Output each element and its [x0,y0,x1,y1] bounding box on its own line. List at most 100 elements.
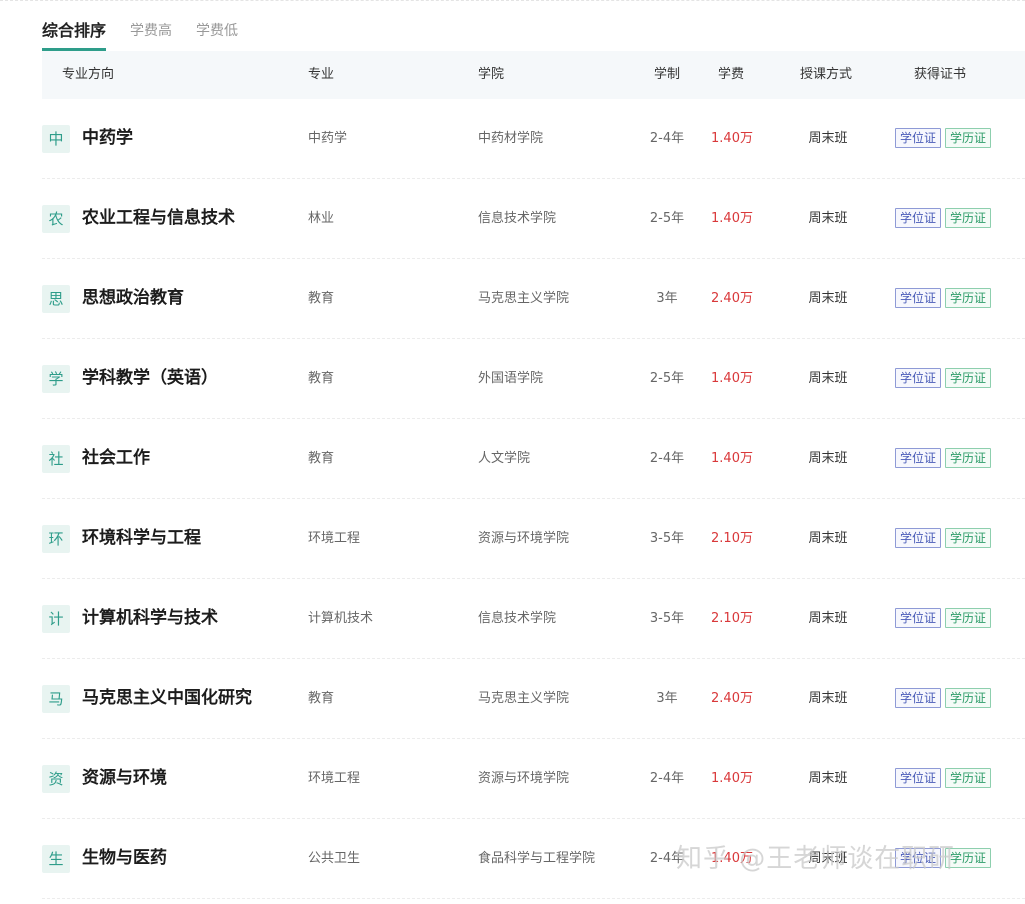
degree-certificate-tag: 学位证 [895,448,942,468]
college-cell: 马克思主义学院 [478,291,570,306]
direction-name-link[interactable]: 计算机科学与技术 [82,579,218,658]
college-cell: 资源与环境学院 [478,531,570,546]
diploma-certificate-tag: 学历证 [945,608,992,628]
teaching-mode-cell: 周末班 [808,611,848,626]
table-row[interactable]: 资 资源与环境 环境工程 资源与环境学院 2-4年 1.40万 周末班 学位证 … [42,739,1025,819]
direction-name-link[interactable]: 马克思主义中国化研究 [82,659,252,738]
teaching-mode-cell: 周末班 [808,211,848,226]
major-cell: 教育 [308,291,335,306]
diploma-certificate-tag: 学历证 [945,368,992,388]
table-row[interactable]: 生 生物与医药 公共卫生 食品科学与工程学院 2-4年 1.40万 周末班 学位… [42,819,1025,899]
college-cell: 人文学院 [478,451,531,466]
direction-name-link[interactable]: 农业工程与信息技术 [82,179,235,258]
degree-certificate-tag: 学位证 [895,368,942,388]
teaching-mode-cell: 周末班 [808,451,848,466]
teaching-mode-cell: 周末班 [808,771,848,786]
tuition-cell: 1.40万 [711,771,753,786]
certificates-cell: 学位证 学历证 [895,768,992,788]
certificates-cell: 学位证 学历证 [895,848,992,868]
major-cell: 林业 [308,211,335,226]
duration-cell: 2-5年 [649,211,685,226]
tab-comprehensive-sort[interactable]: 综合排序 [42,18,107,51]
direction-name-link[interactable]: 环境科学与工程 [82,499,201,578]
direction-name-link[interactable]: 思想政治教育 [82,259,184,338]
table-row[interactable]: 社 社会工作 教育 人文学院 2-4年 1.40万 周末班 学位证 学历证 [42,419,1025,499]
direction-initial-badge: 计 [42,605,70,633]
duration-cell: 3-5年 [649,531,685,546]
tab-tuition-low[interactable]: 学费低 [196,18,238,48]
degree-certificate-tag: 学位证 [895,528,942,548]
direction-name-link[interactable]: 资源与环境 [82,739,167,818]
tuition-cell: 1.40万 [711,131,753,146]
column-header-college: 学院 [478,67,505,82]
major-cell: 教育 [308,691,335,706]
degree-certificate-tag: 学位证 [895,688,942,708]
degree-certificate-tag: 学位证 [895,768,942,788]
direction-name-link[interactable]: 中药学 [82,99,133,178]
column-header-major: 专业 [308,67,335,82]
college-cell: 中药材学院 [478,131,544,146]
direction-initial-badge: 思 [42,285,70,313]
column-header-direction: 专业方向 [62,67,115,82]
table-header: 专业方向 专业 学院 学制 学费 授课方式 获得证书 [42,51,1025,99]
major-cell: 环境工程 [308,531,361,546]
table-row[interactable]: 学 学科教学（英语） 教育 外国语学院 2-5年 1.40万 周末班 学位证 学… [42,339,1025,419]
major-cell: 计算机技术 [308,611,374,626]
direction-initial-badge: 农 [42,205,70,233]
diploma-certificate-tag: 学历证 [945,688,992,708]
direction-initial-badge: 环 [42,525,70,553]
duration-cell: 3年 [656,691,678,706]
diploma-certificate-tag: 学历证 [945,528,992,548]
direction-name-link[interactable]: 学科教学（英语） [82,339,218,418]
teaching-mode-cell: 周末班 [808,371,848,386]
sort-tabs: 综合排序 学费高 学费低 [42,18,262,52]
table-row[interactable]: 农 农业工程与信息技术 林业 信息技术学院 2-5年 1.40万 周末班 学位证… [42,179,1025,259]
column-header-certificates: 获得证书 [914,67,967,82]
college-cell: 食品科学与工程学院 [478,851,596,866]
top-divider [0,0,1025,1]
college-cell: 资源与环境学院 [478,771,570,786]
duration-cell: 2-4年 [649,451,685,466]
tuition-cell: 1.40万 [711,851,753,866]
certificates-cell: 学位证 学历证 [895,208,992,228]
teaching-mode-cell: 周末班 [808,531,848,546]
direction-name-link[interactable]: 生物与医药 [82,819,167,898]
tuition-cell: 1.40万 [711,211,753,226]
duration-cell: 3年 [656,291,678,306]
table-row[interactable]: 马 马克思主义中国化研究 教育 马克思主义学院 3年 2.40万 周末班 学位证… [42,659,1025,739]
college-cell: 信息技术学院 [478,611,557,626]
degree-certificate-tag: 学位证 [895,848,942,868]
certificates-cell: 学位证 学历证 [895,368,992,388]
tuition-cell: 1.40万 [711,451,753,466]
tab-tuition-high[interactable]: 学费高 [130,18,172,48]
table-row[interactable]: 计 计算机科学与技术 计算机技术 信息技术学院 3-5年 2.10万 周末班 学… [42,579,1025,659]
certificates-cell: 学位证 学历证 [895,528,992,548]
table-row[interactable]: 环 环境科学与工程 环境工程 资源与环境学院 3-5年 2.10万 周末班 学位… [42,499,1025,579]
major-cell: 教育 [308,371,335,386]
diploma-certificate-tag: 学历证 [945,208,992,228]
tuition-cell: 1.40万 [711,371,753,386]
certificates-cell: 学位证 学历证 [895,288,992,308]
major-cell: 教育 [308,451,335,466]
certificates-cell: 学位证 学历证 [895,688,992,708]
direction-initial-badge: 中 [42,125,70,153]
diploma-certificate-tag: 学历证 [945,128,992,148]
certificates-cell: 学位证 学历证 [895,448,992,468]
degree-certificate-tag: 学位证 [895,608,942,628]
teaching-mode-cell: 周末班 [808,691,848,706]
degree-certificate-tag: 学位证 [895,288,942,308]
tuition-cell: 2.10万 [711,531,753,546]
duration-cell: 2-4年 [649,131,685,146]
direction-name-link[interactable]: 社会工作 [82,419,150,498]
direction-initial-badge: 生 [42,845,70,873]
major-cell: 环境工程 [308,771,361,786]
certificates-cell: 学位证 学历证 [895,128,992,148]
duration-cell: 2-5年 [649,371,685,386]
direction-initial-badge: 社 [42,445,70,473]
table-row[interactable]: 中 中药学 中药学 中药材学院 2-4年 1.40万 周末班 学位证 学历证 [42,99,1025,179]
teaching-mode-cell: 周末班 [808,291,848,306]
table-row[interactable]: 思 思想政治教育 教育 马克思主义学院 3年 2.40万 周末班 学位证 学历证 [42,259,1025,339]
duration-cell: 2-4年 [649,771,685,786]
major-cell: 公共卫生 [308,851,361,866]
column-header-duration: 学制 [654,67,681,82]
